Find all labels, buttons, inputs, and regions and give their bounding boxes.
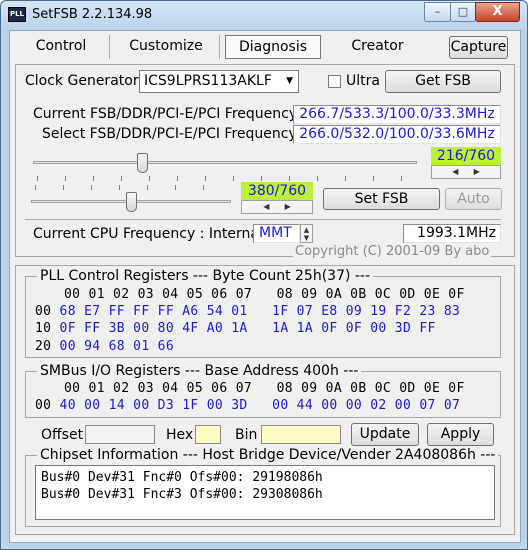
- smbus-row-00: 00 40 00 14 00 D3 1F 00 3D 00 44 00 00 0…: [35, 398, 460, 413]
- fsb-spinner[interactable]: ◀ ▶: [431, 165, 501, 179]
- ultra-checkbox[interactable]: [328, 75, 341, 88]
- smbus-registers-title: SMBus I/O Registers --- Base Address 400…: [37, 363, 362, 379]
- app-window: PLL SetFSB 2.2.134.98 – □ X Control Cust…: [0, 0, 528, 550]
- offset-label: Offset: [41, 427, 84, 443]
- get-fsb-button[interactable]: Get FSB: [385, 70, 501, 93]
- current-frequency-label: Current FSB/DDR/PCI-E/PCI Frequency: [33, 106, 298, 122]
- cpu-frequency-value: 1993.1MHz: [403, 224, 501, 243]
- clock-generator-value: ICS9LPRS113AKLF: [144, 73, 272, 89]
- smbus-row-data[interactable]: 40 00 14 00 D3 1F 00 3D 00 44 00 00 02 0…: [60, 398, 461, 413]
- hex-label: Hex: [166, 427, 194, 443]
- pll-spinner[interactable]: ◀ ▶: [241, 200, 313, 214]
- apply-button[interactable]: Apply: [427, 423, 494, 446]
- pll-row-20: 20 00 94 68 01 66: [35, 339, 174, 354]
- fsb-slider-thumb[interactable]: [137, 153, 149, 173]
- ultra-label: Ultra: [346, 73, 380, 89]
- fsb-slider-track[interactable]: [33, 161, 417, 164]
- chipset-line: Bus#0 Dev#31 Fnc#0 Ofs#00: 29198086h: [41, 470, 323, 485]
- chipset-line: Bus#0 Dev#31 Fnc#3 Ofs#00: 29308086h: [41, 487, 323, 502]
- cpu-frequency-label: Current CPU Frequency : Internal: [33, 226, 263, 242]
- fsb-slider-ticks: [37, 176, 417, 181]
- update-button[interactable]: Update: [351, 423, 419, 446]
- fsb-slider-value: 216/760: [431, 147, 501, 165]
- divider: [25, 219, 501, 220]
- copyright-text: Copyright (C) 2001-09 By abo: [293, 244, 492, 259]
- chipset-info-text[interactable]: Bus#0 Dev#31 Fnc#0 Ofs#00: 29198086h Bus#…: [35, 465, 495, 520]
- auto-button[interactable]: Auto: [445, 188, 502, 210]
- pll-slider-value: 380/760: [241, 182, 313, 200]
- tab-customize[interactable]: Customize: [113, 35, 220, 59]
- tab-control[interactable]: Control: [13, 35, 110, 59]
- pll-row-00: 00 68 E7 FF FF FF A6 54 01 1F 07 E8 09 1…: [35, 304, 460, 319]
- offset-field[interactable]: [85, 425, 155, 444]
- pll-row-addr: 00: [35, 304, 52, 319]
- close-button[interactable]: X: [475, 2, 520, 22]
- pll-header-row: 00 01 02 03 04 05 06 07 08 09 0A 0B 0C 0…: [64, 287, 465, 302]
- clock-generator-label: Clock Generator: [25, 73, 139, 89]
- tab-creator[interactable]: Creator: [325, 35, 430, 59]
- set-fsb-button[interactable]: Set FSB: [323, 188, 440, 210]
- pll-row-data[interactable]: 68 E7 FF FF FF A6 54 01 1F 07 E8 09 19 F…: [60, 304, 461, 319]
- chipset-title: Chipset Information --- Host Bridge Devi…: [37, 447, 499, 463]
- pll-row-addr: 20: [35, 339, 52, 354]
- pll-app-icon: PLL: [8, 7, 26, 22]
- select-frequency-label: Select FSB/DDR/PCI-E/PCI Frequency: [42, 126, 297, 142]
- window-title: SetFSB 2.2.134.98: [32, 7, 153, 22]
- select-frequency-value: 266.0/532.0/100.0/33.6MHz: [293, 125, 501, 144]
- bin-label: Bin: [235, 427, 258, 443]
- clock-generator-select[interactable]: ICS9LPRS113AKLF ▼: [139, 70, 299, 93]
- pll-row-addr: 10: [35, 321, 52, 336]
- chevron-down-icon: ▼: [286, 76, 293, 86]
- tab-diagnosis[interactable]: Diagnosis: [225, 35, 321, 59]
- pll-row-data[interactable]: 0F FF 3B 00 80 4F A0 1A 1A 1A 0F 0F 00 3…: [60, 321, 436, 336]
- cpu-mode-value: MMT: [253, 224, 300, 243]
- pll-registers-title: PLL Control Registers --- Byte Count 25h…: [37, 268, 374, 284]
- smbus-header-row: 00 01 02 03 04 05 06 07 08 09 0A 0B 0C 0…: [64, 381, 465, 396]
- smbus-row-addr: 00: [35, 398, 52, 413]
- current-frequency-value: 266.7/533.3/100.0/33.3MHz: [293, 105, 501, 124]
- maximize-button[interactable]: □: [450, 2, 476, 22]
- pll-row-data[interactable]: 00 94 68 01 66: [60, 339, 174, 354]
- title-bar[interactable]: PLL SetFSB 2.2.134.98 – □ X: [1, 1, 527, 29]
- bin-field[interactable]: [261, 425, 341, 444]
- capture-button[interactable]: Capture: [449, 36, 508, 59]
- hex-field[interactable]: [195, 425, 221, 444]
- minimize-button[interactable]: –: [424, 2, 451, 22]
- pll-slider-thumb[interactable]: [126, 192, 137, 212]
- cpu-mode-spinner[interactable]: ▲ ▼: [300, 224, 313, 243]
- pll-slider-ticks: [35, 185, 231, 190]
- pll-row-10: 10 0F FF 3B 00 80 4F A0 1A 1A 1A 0F 0F 0…: [35, 321, 436, 336]
